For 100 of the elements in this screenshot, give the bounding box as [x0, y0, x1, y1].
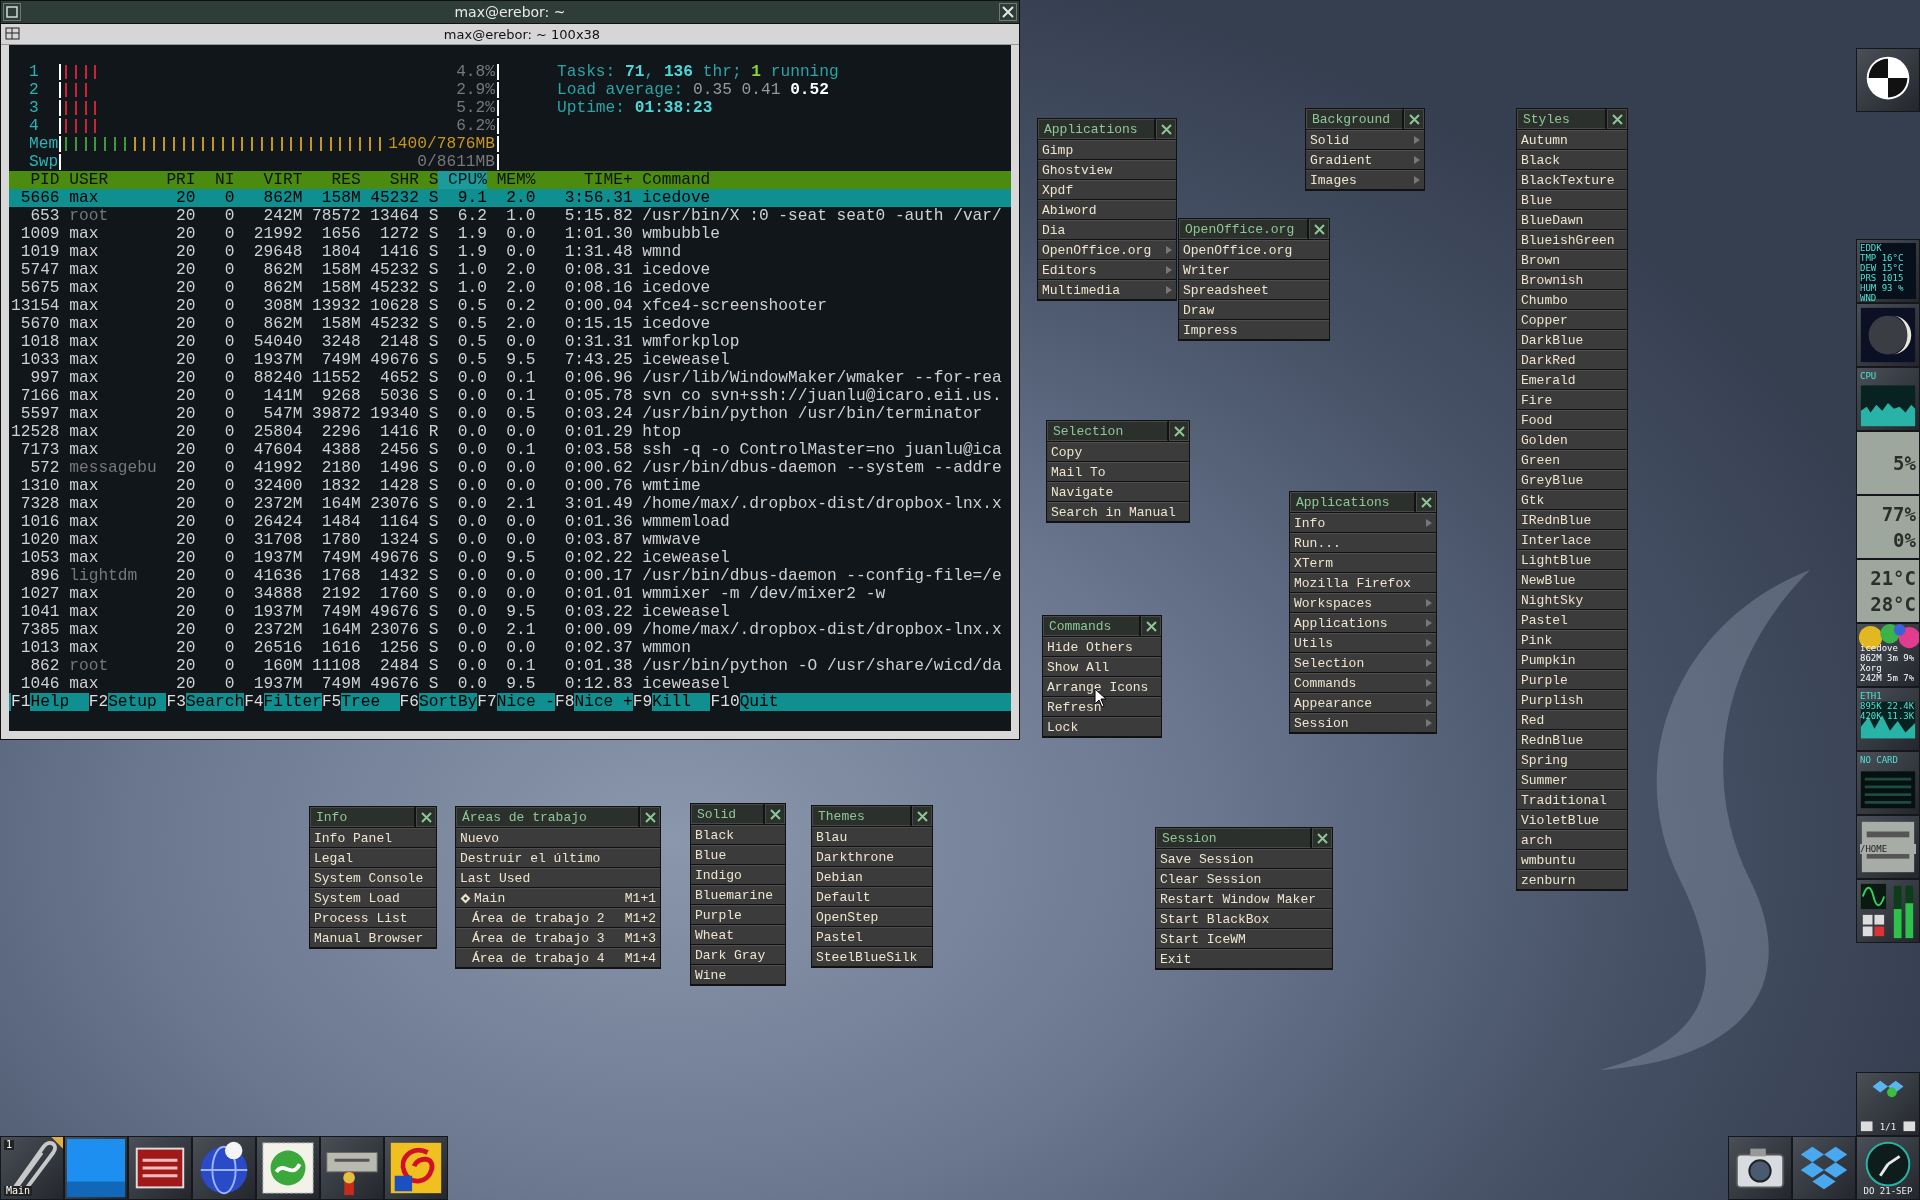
- menu-item[interactable]: Default: [812, 887, 932, 906]
- menu-item[interactable]: Lock: [1043, 717, 1161, 736]
- dockapp-tile[interactable]: [384, 1136, 448, 1200]
- menu-item[interactable]: Interlace: [1517, 530, 1627, 549]
- menu-item[interactable]: Restart Window Maker: [1156, 889, 1332, 908]
- dockapp-tile[interactable]: DO 21-SEP: [1856, 1136, 1920, 1200]
- dockapp-tile[interactable]: [256, 1136, 320, 1200]
- menu-item[interactable]: Emerald: [1517, 370, 1627, 389]
- column-header[interactable]: CPU%: [438, 171, 487, 189]
- menu-item[interactable]: System Console: [310, 868, 436, 887]
- menu-item[interactable]: Golden: [1517, 430, 1627, 449]
- column-header[interactable]: PID: [11, 171, 60, 189]
- menu-item[interactable]: Gtk: [1517, 490, 1627, 509]
- menu-item[interactable]: LightBlue: [1517, 550, 1627, 569]
- column-header[interactable]: USER: [59, 171, 157, 189]
- minimize-button[interactable]: [3, 3, 21, 21]
- menu-item[interactable]: Editors: [1038, 260, 1176, 279]
- menu-item[interactable]: Bluemarine: [691, 885, 785, 904]
- close-button[interactable]: [1607, 109, 1627, 129]
- function-key[interactable]: F10Quit: [710, 693, 798, 711]
- menu-item[interactable]: BlueishGreen: [1517, 230, 1627, 249]
- close-button[interactable]: [1312, 828, 1332, 848]
- process-row[interactable]: 997 max 20 0 88240 11552 4652 S 0.0 0.1 0:06.96 /usr/lib/WindowMaker/wmaker --for-rea: [9, 369, 1011, 387]
- menu-item[interactable]: Manual Browser: [310, 928, 436, 947]
- dockapp-tile[interactable]: [1792, 1136, 1856, 1200]
- menu-item[interactable]: Copy: [1047, 442, 1189, 461]
- process-row[interactable]: 5670 max 20 0 862M 158M 45232 S 0.5 2.0 0:15.15 icedove: [9, 315, 1011, 333]
- menu-item[interactable]: Gradient: [1306, 150, 1424, 169]
- function-key[interactable]: F3Search: [166, 693, 245, 711]
- dockapp-tile[interactable]: [1856, 879, 1920, 943]
- column-header[interactable]: VIRT: [234, 171, 303, 189]
- close-button[interactable]: [416, 807, 436, 827]
- close-button[interactable]: [1169, 421, 1189, 441]
- menu-item[interactable]: NightSky: [1517, 590, 1627, 609]
- menu-item[interactable]: Main M1+1: [456, 888, 660, 907]
- process-row[interactable]: 1041 max 20 0 1937M 749M 49676 S 0.0 9.5 0:03.22 iceweasel: [9, 603, 1011, 621]
- process-row[interactable]: 7173 max 20 0 47604 4388 2456 S 0.0 0.1 0:03.58 ssh -q -o ControlMaster=no juanlu@ica: [9, 441, 1011, 459]
- process-row[interactable]: 5597 max 20 0 547M 39872 19340 S 0.0 0.5 0:03.24 /usr/bin/python /usr/bin/terminator: [9, 405, 1011, 423]
- dockapp-tile[interactable]: [1856, 303, 1920, 367]
- menu-item[interactable]: Abiword: [1038, 200, 1176, 219]
- menu-item[interactable]: DarkBlue: [1517, 330, 1627, 349]
- dockapp-tile[interactable]: 21°C 28°C: [1856, 559, 1920, 623]
- dockapp-tile[interactable]: 77% 0%: [1856, 495, 1920, 559]
- menu-item[interactable]: Fire: [1517, 390, 1627, 409]
- menu-item[interactable]: BlackTexture: [1517, 170, 1627, 189]
- menu-item[interactable]: Black: [1517, 150, 1627, 169]
- function-key[interactable]: F4Filter: [244, 693, 322, 711]
- close-button[interactable]: [640, 807, 660, 827]
- menu-item[interactable]: Selection: [1290, 653, 1436, 672]
- dockapp-tile[interactable]: [1856, 48, 1920, 112]
- menu-item[interactable]: Mail To: [1047, 462, 1189, 481]
- function-key[interactable]: F9Kill: [632, 693, 711, 711]
- column-header[interactable]: S: [418, 171, 439, 189]
- column-header[interactable]: Command: [632, 171, 1011, 189]
- process-row[interactable]: 1019 max 20 0 29648 1804 1416 S 1.9 0.0 1:31.48 wmnd: [9, 243, 1011, 261]
- menu-item[interactable]: Blau: [812, 827, 932, 846]
- process-row[interactable]: 7385 max 20 0 2372M 164M 23076 S 0.0 2.1 0:00.09 /home/max/.dropbox-dist/dropbox-lnx.x: [9, 621, 1011, 639]
- menu-item[interactable]: OpenOffice.org: [1038, 240, 1176, 259]
- close-button[interactable]: [1416, 492, 1436, 512]
- menu-item[interactable]: Workspaces: [1290, 593, 1436, 612]
- menu-item[interactable]: Pink: [1517, 630, 1627, 649]
- menu-item[interactable]: arch: [1517, 830, 1627, 849]
- menu-item[interactable]: Summer: [1517, 770, 1627, 789]
- menu-item[interactable]: Brownish: [1517, 270, 1627, 289]
- menu-item[interactable]: Mozilla Firefox: [1290, 573, 1436, 592]
- menu-item[interactable]: Food: [1517, 410, 1627, 429]
- process-row[interactable]: 5666 max 20 0 862M 158M 45232 S 9.1 2.0 3:56.31 icedove: [9, 189, 1011, 207]
- menu-item[interactable]: Arrange Icons: [1043, 677, 1161, 696]
- dockapp-tile[interactable]: [1728, 1136, 1792, 1200]
- menu-item[interactable]: wmbuntu: [1517, 850, 1627, 869]
- menu-item[interactable]: Gimp: [1038, 140, 1176, 159]
- menu-item[interactable]: SteelBlueSilk: [812, 947, 932, 966]
- process-row[interactable]: 1027 max 20 0 34888 2192 1760 S 0.0 0.0 0:01.01 wmmixer -m /dev/mixer2 -w: [9, 585, 1011, 603]
- menu-item[interactable]: Navigate: [1047, 482, 1189, 501]
- column-header[interactable]: RES: [302, 171, 361, 189]
- menu-item[interactable]: zenburn: [1517, 870, 1627, 889]
- dockapp-tile[interactable]: [64, 1136, 128, 1200]
- menu-item[interactable]: Blue: [1517, 190, 1627, 209]
- menu-item[interactable]: Dark Gray: [691, 945, 785, 964]
- menu-item[interactable]: Brown: [1517, 250, 1627, 269]
- close-button[interactable]: [999, 3, 1017, 21]
- dockapp-tile[interactable]: CPU: [1856, 367, 1920, 431]
- process-row[interactable]: 896 lightdm 20 0 41636 1768 1432 S 0.0 0.0 0:00.17 /usr/bin/dbus-daemon --config-file=/e: [9, 567, 1011, 585]
- menu-item[interactable]: Nuevo: [456, 828, 660, 847]
- dockapp-tile[interactable]: 1/1: [1856, 1072, 1920, 1136]
- menu-item[interactable]: Clear Session: [1156, 869, 1332, 888]
- menu-item[interactable]: Autumn: [1517, 130, 1627, 149]
- menu-item[interactable]: Traditional: [1517, 790, 1627, 809]
- menu-item[interactable]: Black: [691, 825, 785, 844]
- menu-item[interactable]: Purplish: [1517, 690, 1627, 709]
- process-row[interactable]: 1020 max 20 0 31708 1780 1324 S 0.0 0.0 0:03.87 wmwave: [9, 531, 1011, 549]
- process-row[interactable]: 12528 max 20 0 25804 2296 1416 R 0.0 0.0 0:01.29 htop: [9, 423, 1011, 441]
- menu-item[interactable]: Green: [1517, 450, 1627, 469]
- dockapp-tile[interactable]: NO CARD: [1856, 751, 1920, 815]
- menu-item[interactable]: OpenStep: [812, 907, 932, 926]
- menu-item[interactable]: Pastel: [1517, 610, 1627, 629]
- menu-item[interactable]: Área de trabajo 3 M1+3: [456, 928, 660, 947]
- menu-item[interactable]: Exit: [1156, 949, 1332, 968]
- menu-item[interactable]: Impress: [1179, 320, 1329, 339]
- menu-item[interactable]: Refresh: [1043, 697, 1161, 716]
